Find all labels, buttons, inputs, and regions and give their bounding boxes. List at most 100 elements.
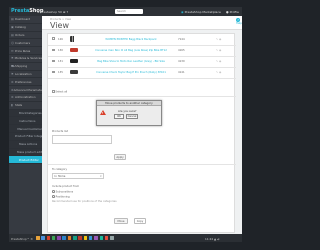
row-actions[interactable]: ✎ ◉ (216, 56, 236, 68)
taskbar-app-icon[interactable] (83, 236, 88, 240)
sidebar: ▤ Dashboard ▣ Catalog ▤ Orders ☺ Customers ✉ Pric… (9, 16, 42, 234)
row-checkbox-cell[interactable] (48, 67, 58, 79)
quick-access-menu[interactable]: ⊕ prestashop 50 ⊞ 7 (37, 10, 68, 14)
sidebar-item-label: Administration (15, 95, 36, 100)
sidebar-item-label: Orders (15, 32, 25, 37)
category-select[interactable]: In Home ▾ (52, 173, 104, 179)
shop-name: PrestaShop Marketplace (184, 9, 221, 14)
row-checkbox[interactable] (52, 48, 55, 52)
select-all-label: Select all (55, 90, 68, 94)
sidebar-item[interactable]: ⚙ Administration (9, 94, 42, 102)
taskbar-app-icon[interactable] (46, 236, 51, 240)
hint-text: Recommended use for positions of the cat… (52, 200, 117, 203)
sidebar-item-label: BlockCategories (19, 110, 42, 115)
option-sub-positions[interactable]: Sub-positions (52, 190, 73, 193)
edit-icon[interactable]: ✎ (216, 60, 218, 63)
product-id: 126 (58, 34, 70, 46)
taskbar-app-icon[interactable] (88, 236, 93, 240)
select-all[interactable]: Select all (52, 90, 67, 94)
product-name-link[interactable]: Converse men Non Cl All Bag (Low Rose) Z… (84, 45, 178, 57)
table-row[interactable]: 131 Bag Bike Shoe to Moto Run Leather (Gr… (48, 56, 236, 68)
taskbar-app-icon[interactable] (51, 236, 56, 240)
shop-link[interactable]: ◉ PrestaShop Marketplace (181, 10, 221, 14)
radio-button[interactable] (52, 190, 55, 193)
sidebar-item[interactable]: Product Filter Integration (9, 132, 42, 141)
taskbar-app-icon[interactable] (94, 236, 98, 240)
sidebar-item[interactable]: ⚙ Advanced Parameters (9, 86, 42, 94)
product-id: 131 (58, 56, 70, 68)
taskbar-app-icon[interactable] (99, 236, 104, 240)
taskbar-app-icon[interactable] (57, 236, 61, 240)
taskbar-app-icon[interactable] (62, 236, 66, 240)
sidebar-item[interactable]: Instructions (9, 117, 42, 126)
row-checkbox[interactable] (52, 70, 55, 74)
taskbar-app-icon[interactable] (73, 236, 77, 240)
copy-button[interactable]: Copy (134, 218, 146, 224)
row-checkbox[interactable] (52, 37, 55, 41)
sidebar-item[interactable]: ⚑ Localization (9, 71, 42, 79)
edit-icon[interactable]: ✎ (216, 71, 218, 74)
taskbar-app-icon[interactable] (78, 236, 82, 240)
product-name-link[interactable]: Bag Bike Shoe to Moto Run Leather (Grey)… (84, 56, 178, 68)
cancel-button[interactable]: Cancel (126, 114, 138, 119)
sidebar-item[interactable]: ☺ Customers (9, 39, 42, 48)
sidebar-item[interactable]: Mass Actions (9, 140, 42, 149)
sidebar-item-label: Modules & Services (14, 56, 42, 61)
move-button[interactable]: Move (114, 218, 128, 224)
taskbar-app-icon[interactable] (36, 236, 40, 240)
start-button[interactable]: PrestaShop™ ⚙ (11, 237, 33, 241)
page-header: Products > View View ? Help (42, 16, 242, 30)
product-name-link[interactable]: Converse Chuck Taylor Bag E Pro Pouch (R… (84, 67, 178, 79)
product-name-link[interactable]: WOMEN PRINTED Bagg Black Backpack (84, 34, 178, 46)
view-icon[interactable]: ◉ (219, 38, 221, 41)
row-checkbox-cell[interactable] (48, 45, 58, 57)
sidebar-item[interactable]: ▤ Orders (9, 32, 42, 40)
row-checkbox-cell[interactable] (48, 56, 58, 68)
taskbar-app-icon[interactable] (41, 236, 45, 240)
page-title: View (50, 20, 69, 30)
products-table: 126 WOMEN PRINTED Bagg Black Backpack 7144… (48, 34, 236, 79)
brand-prefix: Presta (11, 8, 30, 14)
help-button[interactable]: ? Help (236, 18, 242, 25)
user-menu[interactable]: ● Profile (226, 10, 239, 14)
sidebar-item[interactable]: ⚙ Preferences (9, 78, 42, 87)
sidebar-item[interactable]: ▣ Catalog (9, 24, 42, 32)
sidebar-item[interactable]: ⛟ Shipping (9, 63, 42, 71)
sidebar-item-label: Mass Actions (19, 142, 38, 147)
sidebar-item[interactable]: ✉ Price Rules (9, 47, 42, 55)
taskbar-app-icon[interactable] (67, 236, 72, 240)
row-actions[interactable]: ✎ ◉ (216, 34, 236, 46)
edit-icon[interactable]: ✎ (216, 49, 218, 52)
row-checkbox-cell[interactable] (48, 34, 58, 46)
sidebar-item[interactable]: ▮ Stats (9, 102, 42, 110)
option-1-label: Sub-positions (55, 190, 74, 194)
ok-button[interactable]: OK (114, 114, 124, 119)
sidebar-item[interactable]: Mass product edit (9, 148, 42, 157)
system-tray[interactable]: 11:24 ▲ ◂) (205, 237, 219, 241)
table-row[interactable]: 135 Converse Chuck Taylor Bag E Pro Pouch… (48, 67, 236, 79)
sidebar-item[interactable]: ▤ Dashboard (9, 16, 42, 24)
search-input[interactable]: Search (115, 9, 143, 14)
row-checkbox[interactable] (52, 59, 55, 63)
view-icon[interactable]: ◉ (219, 49, 221, 52)
product-list-field[interactable] (52, 135, 112, 144)
apply-button[interactable]: Apply (114, 154, 126, 160)
taskbar-app-icon[interactable] (110, 236, 114, 240)
radio-button[interactable] (52, 195, 55, 198)
sidebar-item-label: Advanced Parameters (13, 87, 42, 92)
row-actions[interactable]: ✎ ◉ (216, 67, 236, 79)
sidebar-item[interactable]: BlockCategories (9, 109, 42, 118)
taskbar-apps (36, 236, 114, 240)
option-positioning[interactable]: Positioning (52, 195, 70, 198)
edit-icon[interactable]: ✎ (216, 38, 218, 41)
view-icon[interactable]: ◉ (219, 60, 221, 63)
sidebar-item-label: Localization (15, 71, 32, 76)
taskbar-app-icon[interactable] (104, 236, 109, 240)
row-actions[interactable]: ✎ ◉ (216, 45, 236, 57)
sidebar-item[interactable]: ⚑ Modules & Services (9, 55, 42, 63)
sidebar-item[interactable]: Product Editor (9, 156, 42, 165)
view-icon[interactable]: ◉ (219, 71, 221, 74)
table-row[interactable]: 130 Converse men Non Cl All Bag (Low Rose… (48, 45, 236, 57)
sidebar-item[interactable]: Manual Customer (9, 125, 42, 133)
table-row[interactable]: 126 WOMEN PRINTED Bagg Black Backpack 7144… (48, 34, 236, 46)
